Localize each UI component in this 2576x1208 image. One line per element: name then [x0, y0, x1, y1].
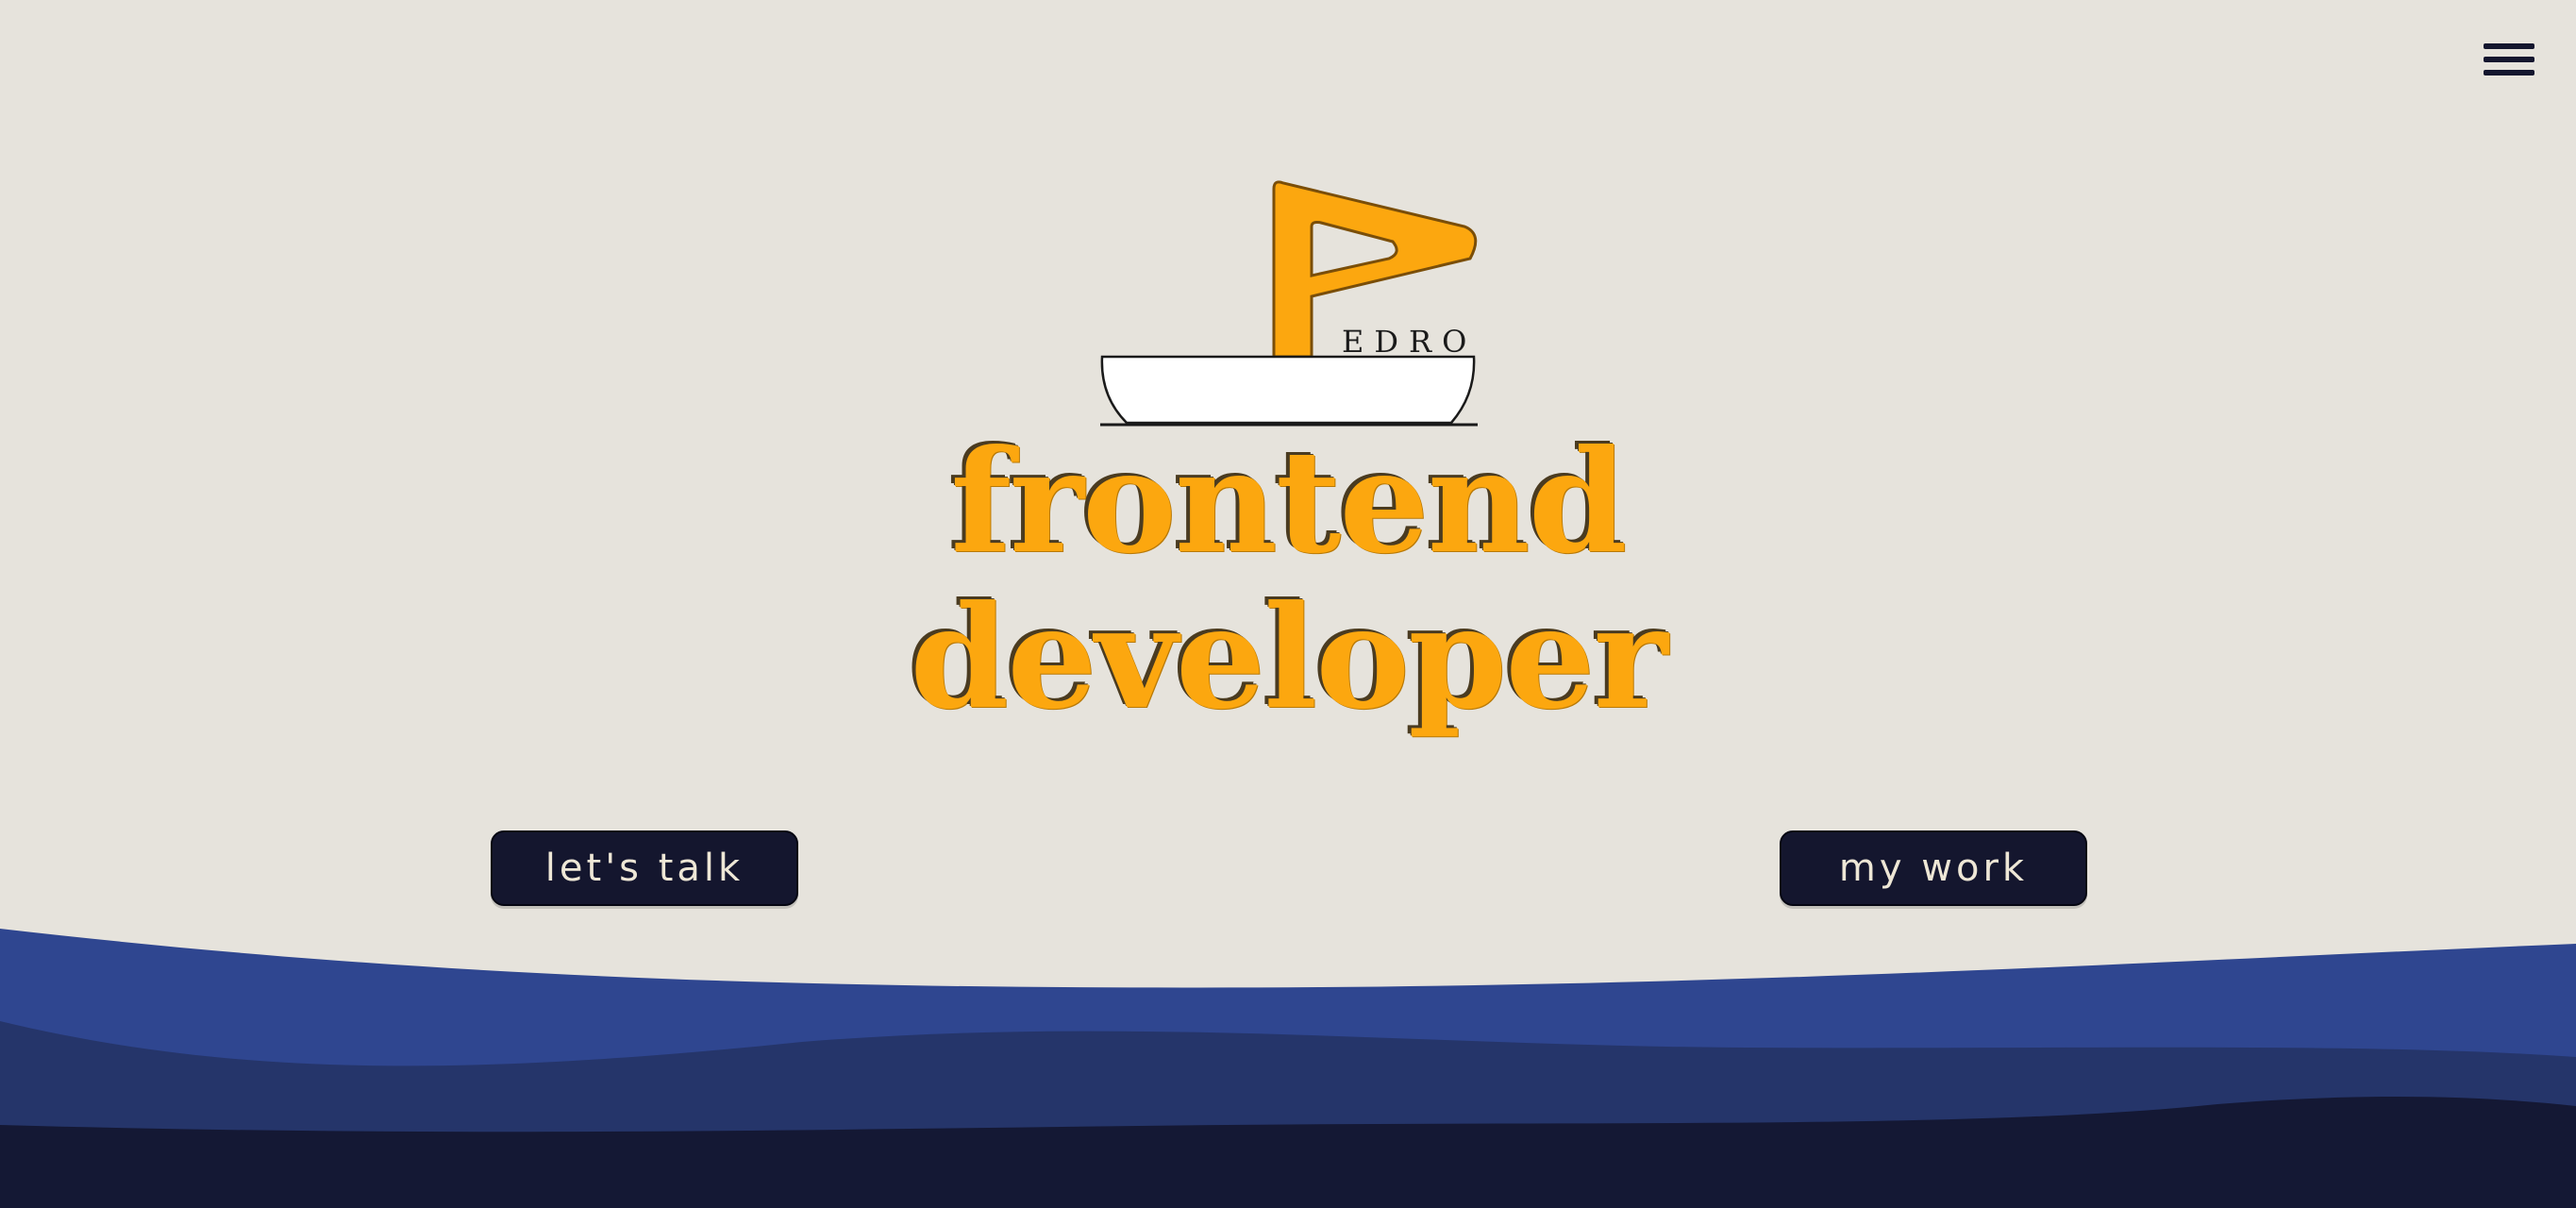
hamburger-menu-icon [2484, 43, 2534, 76]
logo: EDRO [1095, 177, 1481, 432]
hero-line-2: developer [910, 575, 1667, 741]
logo-boat [1100, 355, 1476, 425]
lets-talk-button[interactable]: let's talk [491, 830, 798, 906]
boat-flag-logo-icon: EDRO [1100, 180, 1478, 427]
my-work-button[interactable]: my work [1780, 830, 2087, 906]
hero-line-1: frontend [950, 419, 1627, 585]
hero-headline: frontend developer [816, 425, 1760, 736]
wave-decoration [0, 915, 2576, 1208]
menu-button[interactable] [2480, 38, 2538, 83]
logo-name: EDRO [1342, 324, 1477, 360]
